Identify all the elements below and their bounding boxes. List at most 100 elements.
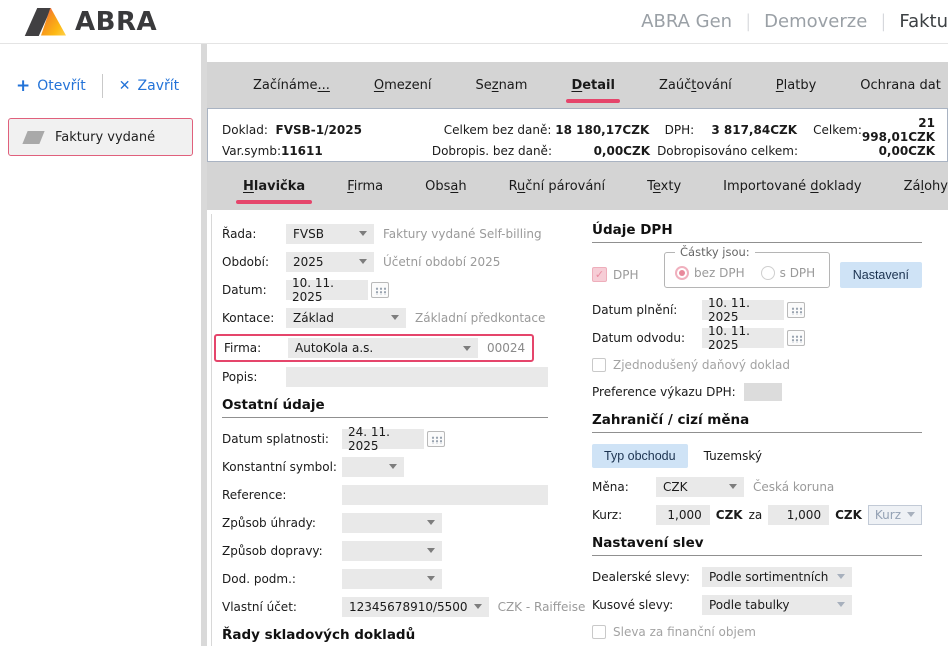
bez-dph-radio-item[interactable]: bez DPH [675,266,745,280]
datum-plneni-row: Datum plnění: 10. 11. 2025 [592,298,922,321]
tab-omezeni[interactable]: Omezení [374,78,432,93]
sidebar-toolbar: + Otevřít ✕ Zavřít [0,44,201,104]
radio-unselected-icon [761,266,775,280]
subtab-texty[interactable]: Texty [647,179,681,194]
splatnost-row: Datum splatnosti: 24. 11. 2025 [222,427,548,450]
subtab-obsah[interactable]: Obsah [425,179,466,194]
detail-subtab-bar: Hlavička Firma Obsah Ruční párování Text… [207,162,948,210]
s-dph-radio-item[interactable]: s DPH [761,266,816,280]
tab-zauctovani[interactable]: Zaúčtování [659,78,732,93]
abra-logo: ABRA [28,7,157,37]
dph-checkbox-label: DPH [613,268,639,282]
datum-odvodu-input[interactable]: 10. 11. 2025 [702,328,784,348]
obdobi-select[interactable]: 2025 [286,252,374,272]
plus-icon: + [16,79,30,93]
tab-zaciname[interactable]: Začínáme... [253,78,330,93]
tab-platby[interactable]: Platby [776,78,816,93]
dealerske-slevy-label: Dealerské slevy: [592,570,702,584]
kontace-label: Kontace: [222,311,286,325]
subtab-hlavicka[interactable]: Hlavička [243,179,305,194]
datum-plneni-input[interactable]: 10. 11. 2025 [702,300,784,320]
konstantni-symbol-select[interactable] [342,457,404,477]
obdobi-label: Období: [222,255,286,269]
app-name: ABRA Gen [641,11,732,32]
calendar-icon[interactable] [371,282,389,298]
dealerske-slevy-select[interactable]: Podle sortimentních [702,567,852,587]
obdobi-row: Období: 2025 Účetní období 2025 [222,250,548,273]
rada-label: Řada: [222,227,286,241]
kusove-slevy-select[interactable]: Podle tabulky [702,595,852,615]
subtab-firma[interactable]: Firma [347,179,383,194]
tab-ochrana-dat[interactable]: Ochrana dat [860,78,941,93]
open-button[interactable]: + Otevřít [16,78,86,94]
section-ostatni-udaje: Ostatní údaje [222,397,548,418]
doklad-value: FVSB-1/2025 [276,123,362,137]
chevron-down-icon [427,576,435,581]
chevron-down-icon [463,346,471,351]
close-icon: ✕ [119,78,131,94]
tab-detail[interactable]: Detail [571,78,615,93]
konstantni-symbol-label: Konstantní symbol: [222,460,342,474]
kontace-select[interactable]: Základ [286,308,406,328]
kurz-input-2[interactable]: 1,000 [768,505,829,525]
zjednoduseny-checkbox[interactable] [592,358,606,372]
kurz-currency-2: CZK [835,508,862,522]
chevron-down-icon [359,259,367,264]
obdobi-description: Účetní období 2025 [383,255,500,269]
preference-label: Preference výkazu DPH: [592,385,736,399]
kurz-unit-select[interactable]: Kurz [868,505,922,525]
subtab-importovane-doklady[interactable]: Importované doklady [723,179,861,194]
chevron-down-icon [389,464,397,469]
dod-podm-select[interactable] [342,569,442,589]
dod-podm-row: Dod. podm.: [222,567,548,590]
rada-select[interactable]: FVSB [286,224,374,244]
subtab-zalohy[interactable]: Zálohy [904,179,948,194]
summary-row-1: Doklad: FVSB-1/2025 Celkem bez daně: 18 … [222,116,935,144]
kontace-row: Kontace: Základ Základní předkontace [222,306,548,329]
popis-input[interactable] [286,367,548,387]
typ-obchodu-button[interactable]: Typ obchodu [592,444,688,468]
kurz-input-1[interactable]: 1,000 [656,505,710,525]
vlastni-ucet-select[interactable]: 12345678910/5500 [342,597,489,617]
preference-input[interactable] [744,383,782,401]
zjednoduseny-label: Zjednodušený daňový doklad [613,358,790,372]
bez-dph-label: bez DPH [694,266,745,280]
subtab-rucni-parovani[interactable]: Ruční párování [509,179,606,194]
reference-input[interactable] [342,485,548,505]
dph-row: ✓ DPH Částky jsou: bez DPH s DPH Nastave… [592,252,922,288]
datum-label: Datum: [222,283,286,297]
calendar-icon[interactable] [787,330,805,346]
edition-label: Demoverze [764,11,867,32]
s-dph-label: s DPH [780,266,816,280]
celkem-bez-dane-value: 18 180,17CZK [551,123,649,137]
popis-label: Popis: [222,370,286,384]
zpusob-dopravy-row: Způsob dopravy: [222,539,548,562]
mena-select[interactable]: CZK [656,477,744,497]
firma-label: Firma: [224,341,288,355]
nastaveni-button[interactable]: Nastavení [840,262,922,288]
dobropisovano-label: Dobropisováno celkem: [650,144,798,158]
zpusob-dopravy-select[interactable] [342,541,442,561]
calendar-icon[interactable] [787,302,805,318]
dph-checkbox[interactable]: ✓ [592,267,607,282]
sidebar: + Otevřít ✕ Zavřít Faktury vydané [0,44,201,646]
datum-input[interactable]: 10. 11. 2025 [286,280,368,300]
form-right-column: Údaje DPH ✓ DPH Částky jsou: bez DPH s D… [592,222,922,646]
celkem-value: 21 998,01CZK [862,116,935,144]
document-summary-bar: Doklad: FVSB-1/2025 Celkem bez daně: 18 … [207,108,948,162]
dobropisovano-value: 0,00CZK [798,144,935,158]
tab-seznam[interactable]: Seznam [475,78,527,93]
calendar-icon[interactable] [427,431,445,447]
mena-row: Měna: CZK Česká koruna [592,475,922,498]
section-nastaveni-slev: Nastavení slev [592,535,922,556]
sidebar-item-faktury-vydane[interactable]: Faktury vydané [8,118,193,156]
sleva-financni-objem-checkbox[interactable] [592,625,606,639]
sidebar-item-label: Faktury vydané [55,130,155,145]
firma-select[interactable]: AutoKola a.s. [288,338,478,358]
zpusob-uhrady-select[interactable] [342,513,442,533]
splatnost-input[interactable]: 24. 11. 2025 [342,429,424,449]
chevron-down-icon [391,315,399,320]
close-button[interactable]: ✕ Zavřít [119,78,179,94]
kurz-za-label: za [749,508,763,522]
title-separator: | [880,11,886,32]
